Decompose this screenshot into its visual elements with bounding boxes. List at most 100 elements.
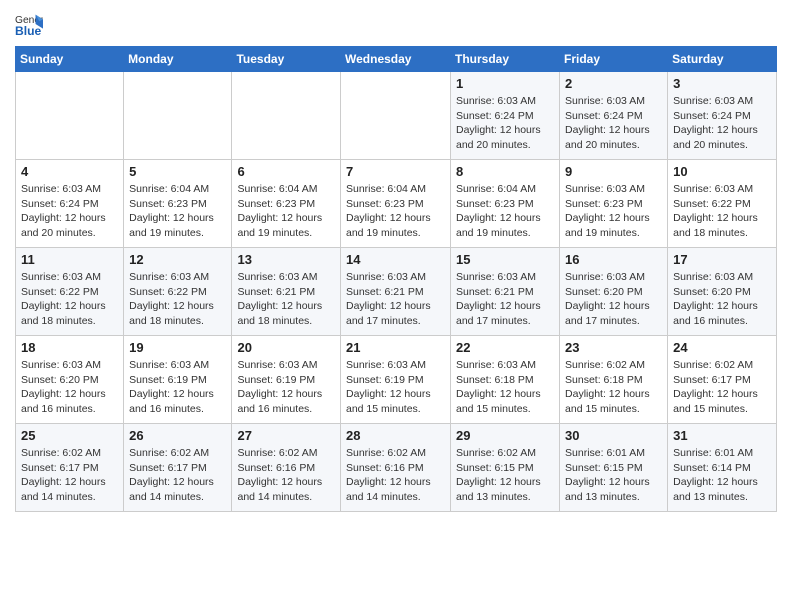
day-info: Sunrise: 6:03 AMSunset: 6:23 PMDaylight:… — [565, 182, 662, 241]
day-number: 24 — [673, 340, 771, 355]
day-number: 11 — [21, 252, 118, 267]
day-info: Sunrise: 6:02 AMSunset: 6:17 PMDaylight:… — [129, 446, 226, 505]
calendar-week-4: 18 Sunrise: 6:03 AMSunset: 6:20 PMDayligh… — [16, 336, 777, 424]
calendar-header-wednesday: Wednesday — [341, 47, 451, 72]
calendar-cell — [232, 72, 341, 160]
calendar-cell: 12 Sunrise: 6:03 AMSunset: 6:22 PMDayligh… — [124, 248, 232, 336]
day-number: 10 — [673, 164, 771, 179]
calendar-week-2: 4Sunrise: 6:03 AMSunset: 6:24 PMDaylight… — [16, 160, 777, 248]
day-info: Sunrise: 6:01 AMSunset: 6:14 PMDaylight:… — [673, 446, 771, 505]
day-number: 18 — [21, 340, 118, 355]
day-info: Sunrise: 6:03 AMSunset: 6:18 PMDaylight:… — [456, 358, 554, 417]
calendar-week-5: 25 Sunrise: 6:02 AMSunset: 6:17 PMDayligh… — [16, 424, 777, 512]
day-number: 12 — [129, 252, 226, 267]
day-number: 7 — [346, 164, 445, 179]
calendar-cell: 26 Sunrise: 6:02 AMSunset: 6:17 PMDayligh… — [124, 424, 232, 512]
day-number: 30 — [565, 428, 662, 443]
calendar-header-friday: Friday — [560, 47, 668, 72]
day-number: 15 — [456, 252, 554, 267]
day-info: Sunrise: 6:04 AMSunset: 6:23 PMDaylight:… — [346, 182, 445, 241]
calendar-table: SundayMondayTuesdayWednesdayThursdayFrid… — [15, 46, 777, 512]
day-info: Sunrise: 6:03 AMSunset: 6:21 PMDaylight:… — [237, 270, 335, 329]
calendar-header-saturday: Saturday — [668, 47, 777, 72]
day-info: Sunrise: 6:03 AMSunset: 6:24 PMDaylight:… — [456, 94, 554, 153]
day-number: 27 — [237, 428, 335, 443]
day-info: Sunrise: 6:02 AMSunset: 6:16 PMDaylight:… — [346, 446, 445, 505]
calendar-cell: 8 Sunrise: 6:04 AMSunset: 6:23 PMDaylight… — [451, 160, 560, 248]
calendar-cell: 21Sunrise: 6:03 AMSunset: 6:19 PMDayligh… — [341, 336, 451, 424]
day-info: Sunrise: 6:04 AMSunset: 6:23 PMDaylight:… — [129, 182, 226, 241]
day-info: Sunrise: 6:03 AMSunset: 6:19 PMDaylight:… — [129, 358, 226, 417]
header: General Blue — [15, 10, 777, 38]
day-info: Sunrise: 6:02 AMSunset: 6:17 PMDaylight:… — [21, 446, 118, 505]
svg-text:Blue: Blue — [15, 24, 42, 38]
day-info: Sunrise: 6:03 AMSunset: 6:24 PMDaylight:… — [565, 94, 662, 153]
day-number: 8 — [456, 164, 554, 179]
calendar-header-monday: Monday — [124, 47, 232, 72]
day-number: 5 — [129, 164, 226, 179]
day-number: 25 — [21, 428, 118, 443]
day-number: 9 — [565, 164, 662, 179]
calendar-cell — [341, 72, 451, 160]
day-number: 31 — [673, 428, 771, 443]
calendar-cell: 9 Sunrise: 6:03 AMSunset: 6:23 PMDaylight… — [560, 160, 668, 248]
day-number: 22 — [456, 340, 554, 355]
day-info: Sunrise: 6:03 AMSunset: 6:20 PMDaylight:… — [565, 270, 662, 329]
calendar-header-sunday: Sunday — [16, 47, 124, 72]
day-info: Sunrise: 6:02 AMSunset: 6:15 PMDaylight:… — [456, 446, 554, 505]
day-info: Sunrise: 6:03 AMSunset: 6:19 PMDaylight:… — [346, 358, 445, 417]
day-info: Sunrise: 6:02 AMSunset: 6:18 PMDaylight:… — [565, 358, 662, 417]
calendar-cell: 19 Sunrise: 6:03 AMSunset: 6:19 PMDayligh… — [124, 336, 232, 424]
day-number: 13 — [237, 252, 335, 267]
day-info: Sunrise: 6:03 AMSunset: 6:24 PMDaylight:… — [21, 182, 118, 241]
calendar-week-3: 11 Sunrise: 6:03 AMSunset: 6:22 PMDayligh… — [16, 248, 777, 336]
day-info: Sunrise: 6:03 AMSunset: 6:21 PMDaylight:… — [456, 270, 554, 329]
day-number: 29 — [456, 428, 554, 443]
day-info: Sunrise: 6:04 AMSunset: 6:23 PMDaylight:… — [237, 182, 335, 241]
day-number: 26 — [129, 428, 226, 443]
calendar-header-row: SundayMondayTuesdayWednesdayThursdayFrid… — [16, 47, 777, 72]
day-number: 20 — [237, 340, 335, 355]
day-info: Sunrise: 6:02 AMSunset: 6:17 PMDaylight:… — [673, 358, 771, 417]
calendar-cell: 24 Sunrise: 6:02 AMSunset: 6:17 PMDayligh… — [668, 336, 777, 424]
calendar-cell: 25 Sunrise: 6:02 AMSunset: 6:17 PMDayligh… — [16, 424, 124, 512]
day-number: 6 — [237, 164, 335, 179]
day-number: 16 — [565, 252, 662, 267]
day-number: 14 — [346, 252, 445, 267]
calendar-cell: 20 Sunrise: 6:03 AMSunset: 6:19 PMDayligh… — [232, 336, 341, 424]
calendar-cell: 5 Sunrise: 6:04 AMSunset: 6:23 PMDaylight… — [124, 160, 232, 248]
calendar-cell: 4Sunrise: 6:03 AMSunset: 6:24 PMDaylight… — [16, 160, 124, 248]
day-number: 17 — [673, 252, 771, 267]
calendar-header-tuesday: Tuesday — [232, 47, 341, 72]
day-number: 19 — [129, 340, 226, 355]
calendar-cell: 3 Sunrise: 6:03 AMSunset: 6:24 PMDaylight… — [668, 72, 777, 160]
calendar-cell: 31 Sunrise: 6:01 AMSunset: 6:14 PMDayligh… — [668, 424, 777, 512]
calendar-header-thursday: Thursday — [451, 47, 560, 72]
day-info: Sunrise: 6:03 AMSunset: 6:21 PMDaylight:… — [346, 270, 445, 329]
day-info: Sunrise: 6:01 AMSunset: 6:15 PMDaylight:… — [565, 446, 662, 505]
calendar-cell: 28Sunrise: 6:02 AMSunset: 6:16 PMDayligh… — [341, 424, 451, 512]
calendar-cell: 2Sunrise: 6:03 AMSunset: 6:24 PMDaylight… — [560, 72, 668, 160]
day-info: Sunrise: 6:03 AMSunset: 6:20 PMDaylight:… — [21, 358, 118, 417]
day-info: Sunrise: 6:04 AMSunset: 6:23 PMDaylight:… — [456, 182, 554, 241]
day-info: Sunrise: 6:03 AMSunset: 6:22 PMDaylight:… — [129, 270, 226, 329]
day-number: 3 — [673, 76, 771, 91]
calendar-cell: 27Sunrise: 6:02 AMSunset: 6:16 PMDayligh… — [232, 424, 341, 512]
calendar-cell: 7 Sunrise: 6:04 AMSunset: 6:23 PMDaylight… — [341, 160, 451, 248]
day-number: 23 — [565, 340, 662, 355]
calendar-cell — [16, 72, 124, 160]
day-info: Sunrise: 6:03 AMSunset: 6:24 PMDaylight:… — [673, 94, 771, 153]
calendar-week-1: 1Sunrise: 6:03 AMSunset: 6:24 PMDaylight… — [16, 72, 777, 160]
calendar-cell: 11Sunrise: 6:03 AMSunset: 6:22 PMDayligh… — [16, 248, 124, 336]
day-info: Sunrise: 6:03 AMSunset: 6:19 PMDaylight:… — [237, 358, 335, 417]
calendar-cell: 13 Sunrise: 6:03 AMSunset: 6:21 PMDayligh… — [232, 248, 341, 336]
calendar-cell: 23 Sunrise: 6:02 AMSunset: 6:18 PMDayligh… — [560, 336, 668, 424]
logo-icon: General Blue — [15, 10, 43, 38]
day-info: Sunrise: 6:03 AMSunset: 6:20 PMDaylight:… — [673, 270, 771, 329]
calendar-cell: 15 Sunrise: 6:03 AMSunset: 6:21 PMDayligh… — [451, 248, 560, 336]
calendar-cell: 18 Sunrise: 6:03 AMSunset: 6:20 PMDayligh… — [16, 336, 124, 424]
calendar-cell: 29 Sunrise: 6:02 AMSunset: 6:15 PMDayligh… — [451, 424, 560, 512]
calendar-cell: 10Sunrise: 6:03 AMSunset: 6:22 PMDayligh… — [668, 160, 777, 248]
main-container: General Blue SundayMondayTuesdayWednesda… — [0, 0, 792, 522]
calendar-cell: 16 Sunrise: 6:03 AMSunset: 6:20 PMDayligh… — [560, 248, 668, 336]
